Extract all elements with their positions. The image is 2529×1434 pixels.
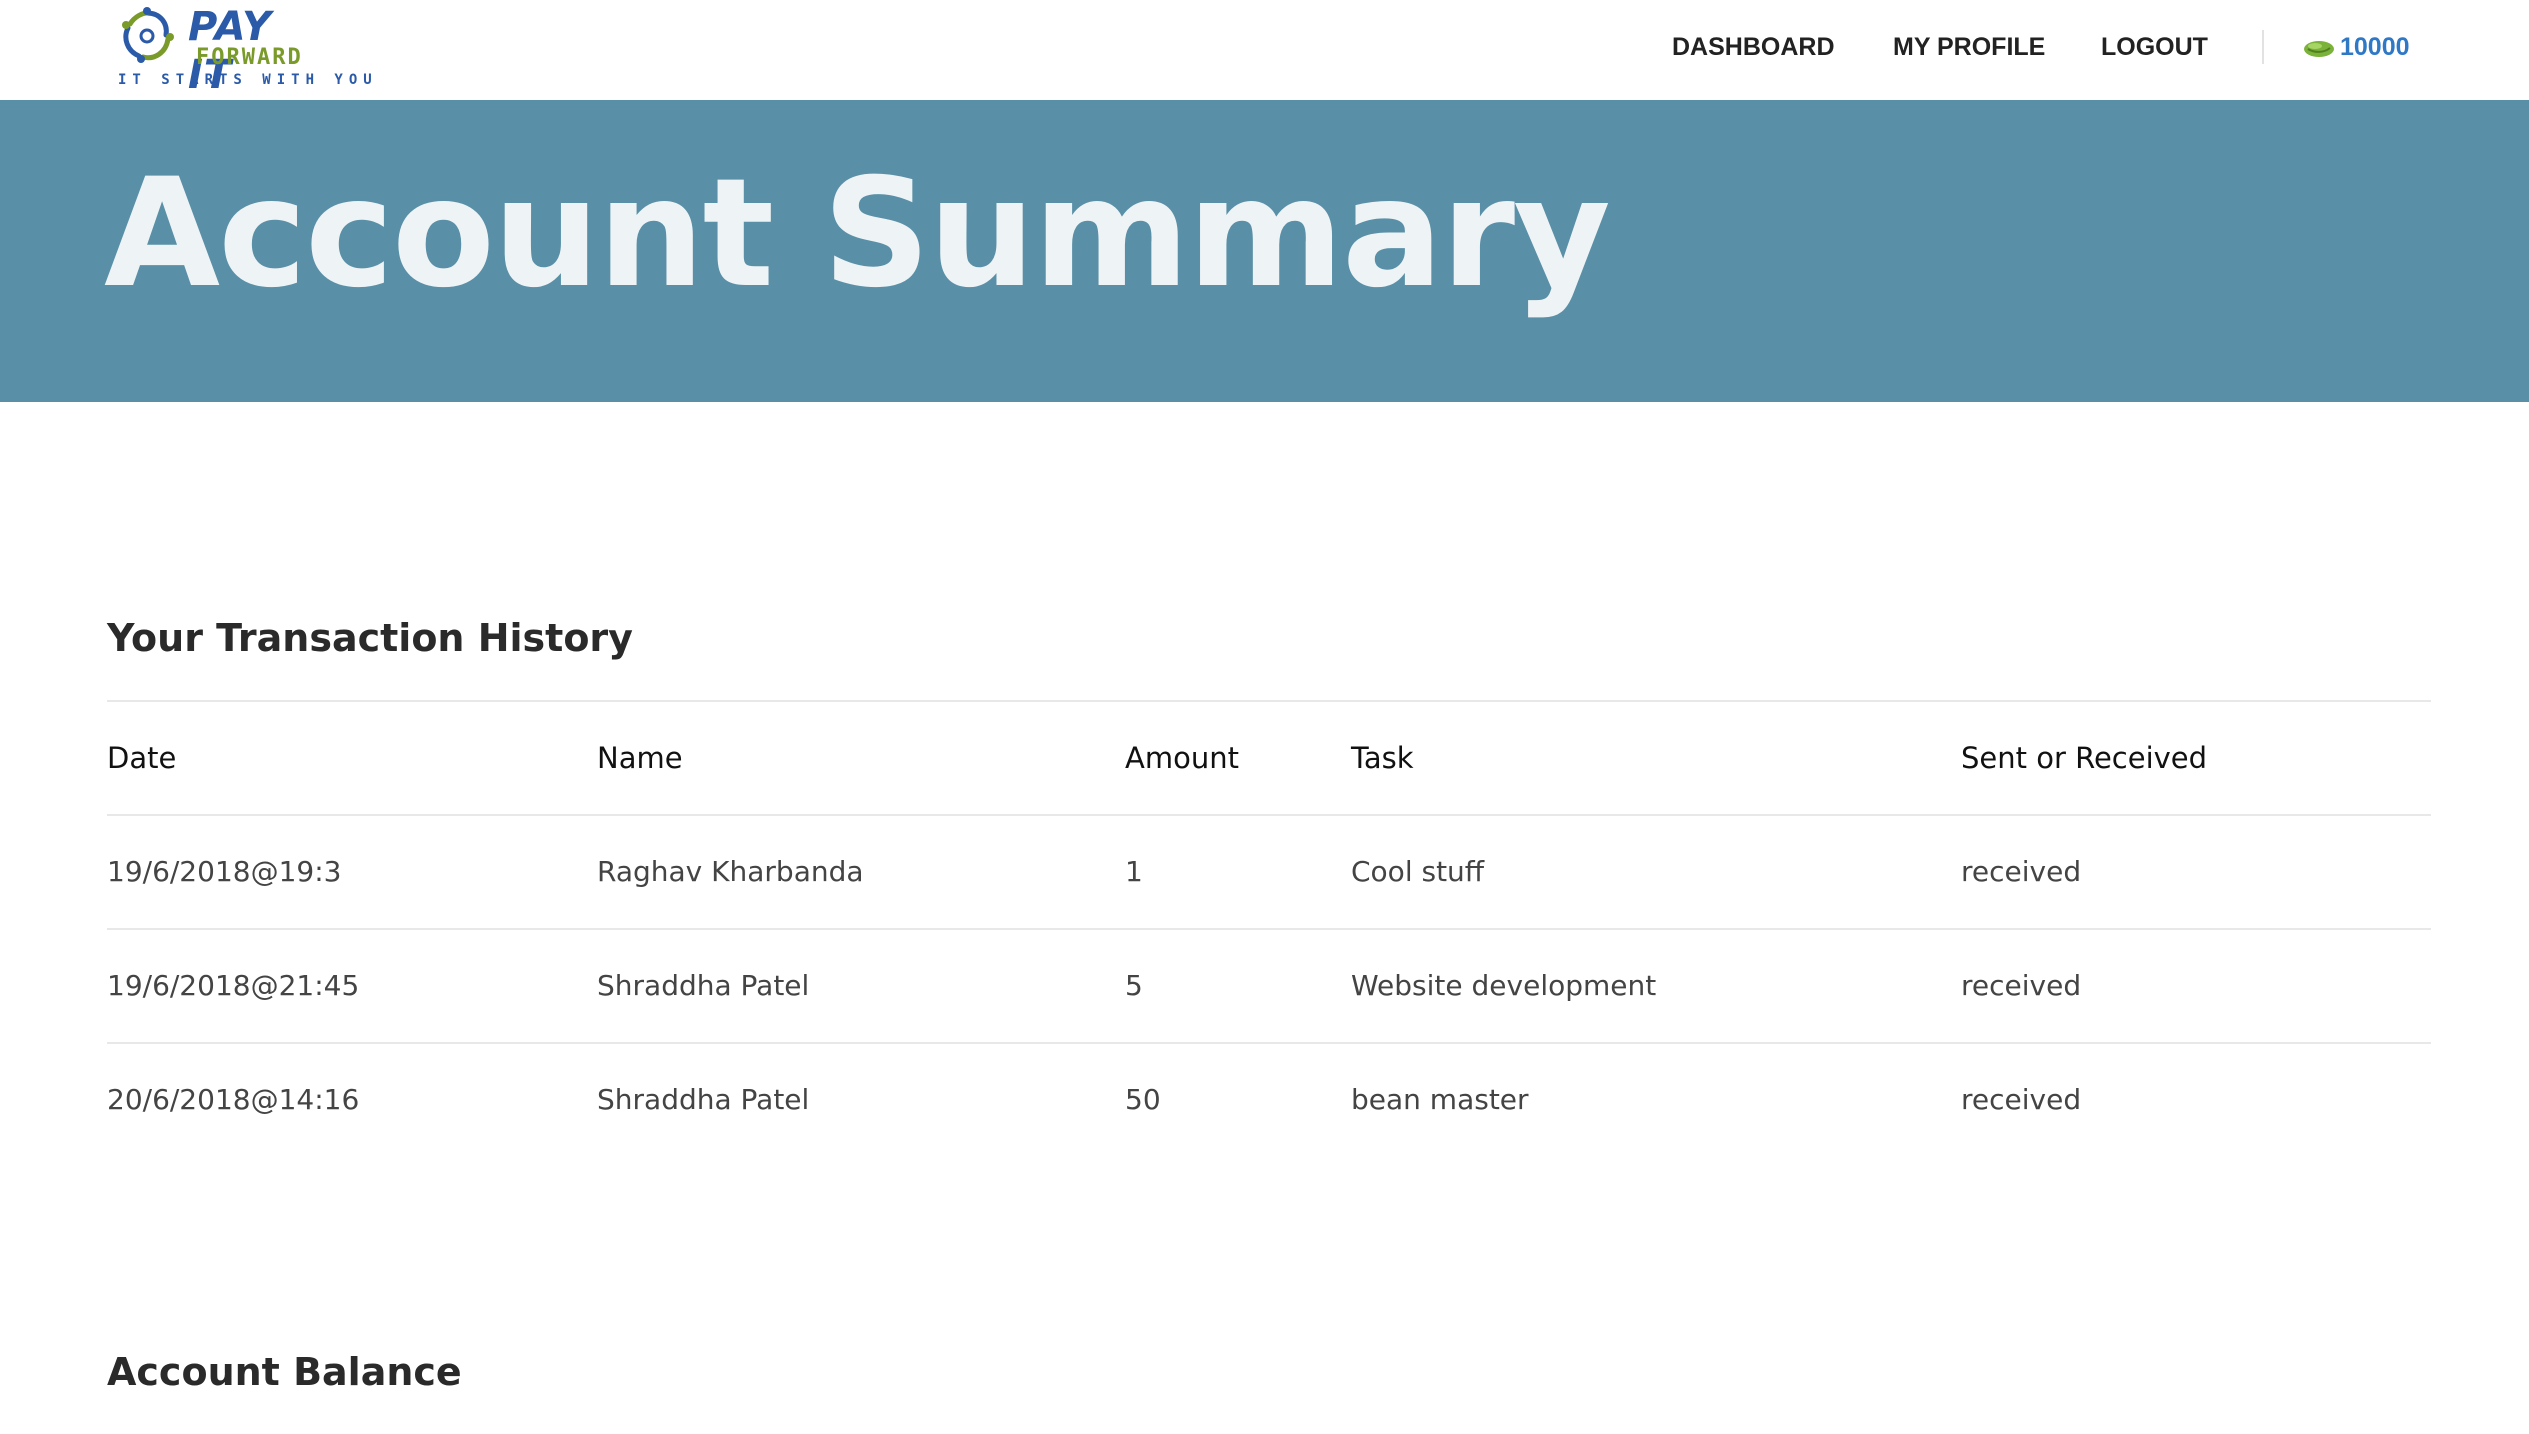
transaction-history-heading: Your Transaction History	[107, 616, 633, 660]
column-header-sent-or-received: Sent or Received	[1961, 741, 2208, 775]
column-header-task: Task	[1351, 741, 1414, 775]
cell-amount: 5	[1125, 969, 1143, 1002]
pay-it-forward-logo[interactable]: PAY IT FORWARD IT STARTS WITH YOU	[114, 3, 372, 98]
cell-name: Shraddha Patel	[597, 1083, 810, 1116]
bean-icon	[2304, 41, 2334, 57]
column-header-name: Name	[597, 741, 683, 775]
nav-logout-link[interactable]: LOGOUT	[2101, 29, 2208, 65]
nav-my-profile-link[interactable]: MY PROFILE	[1893, 29, 2045, 65]
logo-brand-mid: FORWARD	[196, 45, 303, 70]
cell-amount: 50	[1125, 1083, 1161, 1116]
cell-date: 20/6/2018@14:16	[107, 1083, 360, 1116]
logo-tagline: IT STARTS WITH YOU	[118, 72, 378, 88]
cell-task: Cool stuff	[1351, 855, 1485, 888]
nav-dashboard-link[interactable]: DASHBOARD	[1672, 29, 1835, 65]
cell-sent-or-received: received	[1961, 1083, 2082, 1116]
logo-swirl-icon	[122, 7, 174, 63]
bean-balance-badge[interactable]: 10000	[2302, 29, 2410, 65]
transaction-history-table: Date Name Amount Task Sent or Received 1…	[107, 700, 2431, 1156]
table-row: 19/6/2018@19:3 Raghav Kharbanda 1 Cool s…	[107, 814, 2431, 928]
table-row: 19/6/2018@21:45 Shraddha Patel 5 Website…	[107, 928, 2431, 1042]
bean-count: 10000	[2340, 33, 2410, 61]
account-balance-heading: Account Balance	[107, 1350, 462, 1394]
table-row: 20/6/2018@14:16 Shraddha Patel 50 bean m…	[107, 1042, 2431, 1156]
page-title: Account Summary	[104, 147, 1611, 321]
cell-name: Shraddha Patel	[597, 969, 810, 1002]
page-hero-banner: Account Summary	[0, 100, 2529, 402]
column-header-date: Date	[107, 741, 177, 775]
cell-task: bean master	[1351, 1083, 1529, 1116]
cell-date: 19/6/2018@19:3	[107, 855, 342, 888]
cell-sent-or-received: received	[1961, 855, 2082, 888]
cell-task: Website development	[1351, 969, 1657, 1002]
cell-sent-or-received: received	[1961, 969, 2082, 1002]
cell-amount: 1	[1125, 855, 1143, 888]
table-header-row: Date Name Amount Task Sent or Received	[107, 700, 2431, 814]
top-navbar: PAY IT FORWARD IT STARTS WITH YOU DASHBO…	[0, 0, 2529, 100]
cell-date: 19/6/2018@21:45	[107, 969, 360, 1002]
nav-divider	[2262, 30, 2264, 64]
cell-name: Raghav Kharbanda	[597, 855, 864, 888]
column-header-amount: Amount	[1125, 741, 1239, 775]
